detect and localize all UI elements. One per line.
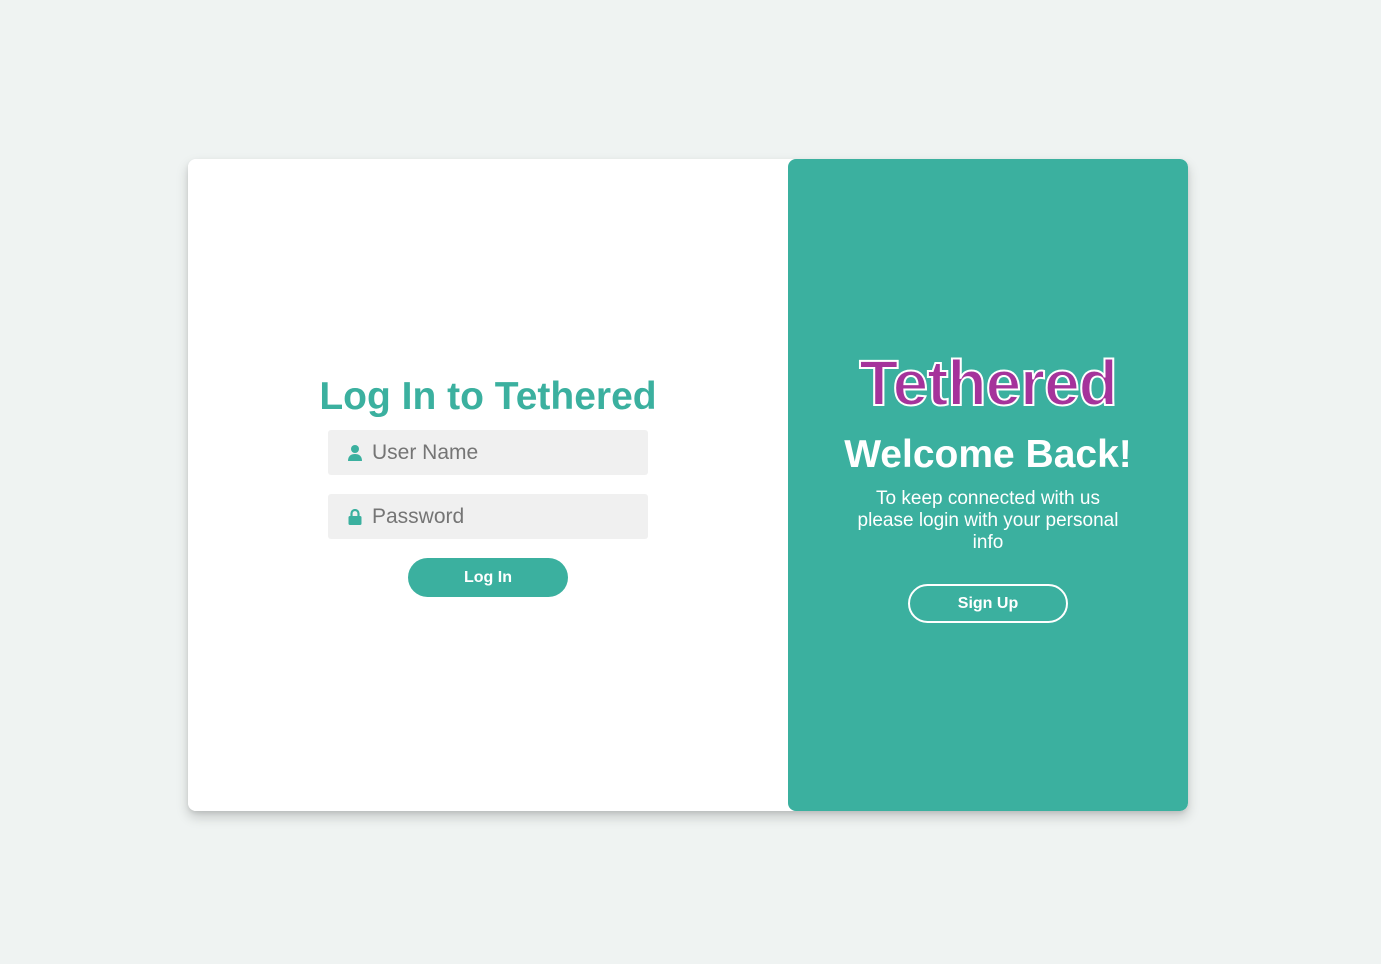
username-field[interactable]: [328, 430, 648, 475]
welcome-heading: Welcome Back!: [844, 433, 1132, 476]
login-button[interactable]: Log In: [408, 558, 568, 597]
login-form-panel: Log In to Tethered Log In: [188, 159, 788, 811]
password-field[interactable]: [328, 494, 648, 539]
login-card: Log In to Tethered Log In Tethered W: [188, 159, 1188, 811]
user-icon: [348, 444, 362, 462]
signup-button[interactable]: Sign Up: [908, 584, 1068, 623]
password-input[interactable]: [372, 504, 642, 529]
login-title: Log In to Tethered: [319, 375, 657, 418]
username-input[interactable]: [372, 440, 642, 465]
lock-icon: [348, 508, 362, 526]
welcome-message: To keep connected with us please login w…: [857, 488, 1119, 553]
welcome-panel: Tethered Welcome Back! To keep connected…: [788, 159, 1188, 811]
brand-logo-text: Tethered: [858, 346, 1119, 420]
